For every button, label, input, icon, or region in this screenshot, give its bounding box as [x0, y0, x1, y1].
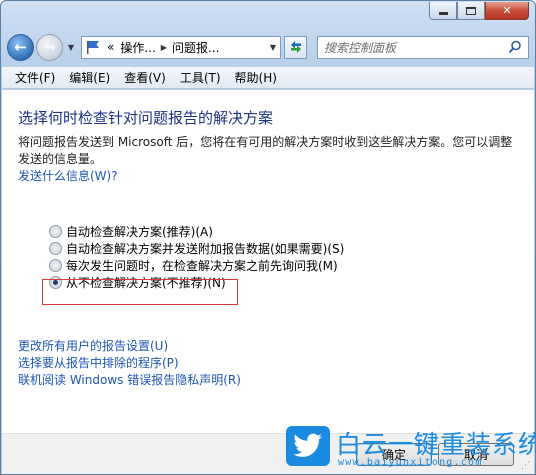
exclude-programs-link[interactable]: 选择要从报告中排除的程序(P)	[18, 355, 241, 372]
breadcrumb-action-center[interactable]: 操作...	[120, 39, 155, 56]
radio-auto-check[interactable]	[49, 225, 62, 238]
maximize-icon	[466, 6, 476, 15]
settings-links: 更改所有用户的报告设置(U) 选择要从报告中排除的程序(P) 联机阅读 Wind…	[18, 338, 241, 389]
page-title: 选择何时检查针对问题报告的解决方案	[18, 109, 274, 127]
back-arrow-icon: ←	[14, 38, 27, 56]
change-all-users-link[interactable]: 更改所有用户的报告设置(U)	[18, 338, 241, 355]
page-description: 将问题报告发送到 Microsoft 后，您将在有可用的解决方案时收到这些解决方…	[18, 135, 513, 166]
privacy-statement-link[interactable]: 联机阅读 Windows 错误报告隐私声明(R)	[18, 372, 241, 389]
minimize-icon	[438, 12, 448, 15]
menu-edit[interactable]: 编辑(E)	[62, 69, 117, 86]
menu-view[interactable]: 查看(V)	[117, 69, 173, 86]
search-input[interactable]: 搜索控制面板	[317, 35, 529, 59]
breadcrumb-problem-reporting[interactable]: 问题报...	[172, 39, 219, 56]
selection-highlight-box	[42, 279, 238, 305]
option-label[interactable]: 每次发生问题时，在检查解决方案之前先询问我(M)	[66, 257, 338, 274]
cancel-button[interactable]: 取消	[438, 443, 514, 466]
search-placeholder: 搜索控制面板	[324, 40, 397, 55]
menu-file[interactable]: 文件(F)	[8, 69, 62, 86]
search-icon[interactable]	[508, 40, 522, 54]
radio-auto-check-send-data[interactable]	[49, 242, 62, 255]
ok-button[interactable]: 确定	[356, 443, 432, 466]
forward-arrow-icon: →	[43, 38, 56, 56]
option-label[interactable]: 自动检查解决方案并发送附加报告数据(如果需要)(S)	[66, 240, 344, 257]
navigation-bar: ← → ▼ « 操作... ▶ 问题报... ▼ 搜索控制面板	[7, 30, 529, 64]
back-button[interactable]: ←	[7, 33, 34, 61]
forward-button[interactable]: →	[36, 33, 63, 61]
recent-pages-dropdown[interactable]: ▼	[65, 43, 77, 52]
maximize-button[interactable]	[457, 2, 485, 20]
option-auto-check-send-data[interactable]: 自动检查解决方案并发送附加报告数据(如果需要)(S)	[49, 240, 524, 257]
what-info-link[interactable]: 发送什么信息(W)?	[18, 168, 524, 185]
refresh-icon	[290, 41, 301, 53]
address-dropdown-icon[interactable]: ▼	[270, 43, 276, 52]
menu-bar: 文件(F) 编辑(E) 查看(V) 工具(T) 帮助(H)	[2, 67, 534, 89]
minimize-button[interactable]	[429, 2, 457, 20]
resize-grip-icon[interactable]: ⋰	[521, 461, 530, 471]
refresh-button[interactable]	[284, 35, 307, 59]
action-center-flag-icon	[85, 40, 101, 54]
option-auto-check[interactable]: 自动检查解决方案(推荐)(A)	[49, 223, 524, 240]
menu-help[interactable]: 帮助(H)	[228, 69, 284, 86]
menu-tools[interactable]: 工具(T)	[173, 69, 228, 86]
breadcrumb-separator-icon[interactable]: ▶	[161, 43, 167, 52]
option-label[interactable]: 自动检查解决方案(推荐)(A)	[66, 223, 213, 240]
breadcrumb-overflow[interactable]: «	[107, 40, 114, 54]
option-ask-me[interactable]: 每次发生问题时，在检查解决方案之前先询问我(M)	[49, 257, 524, 274]
control-panel-window: ✕ ← → ▼ « 操作... ▶ 问题报... ▼ 搜索控制面板 文件(F) …	[0, 0, 536, 475]
radio-ask-me[interactable]	[49, 259, 62, 272]
address-bar[interactable]: « 操作... ▶ 问题报... ▼	[81, 35, 281, 59]
close-button[interactable]: ✕	[485, 2, 529, 20]
content-pane: 选择何时检查针对问题报告的解决方案 将问题报告发送到 Microsoft 后，您…	[2, 90, 534, 433]
dialog-footer: 确定 取消 ⋰	[2, 433, 534, 474]
caption-buttons: ✕	[429, 2, 529, 20]
